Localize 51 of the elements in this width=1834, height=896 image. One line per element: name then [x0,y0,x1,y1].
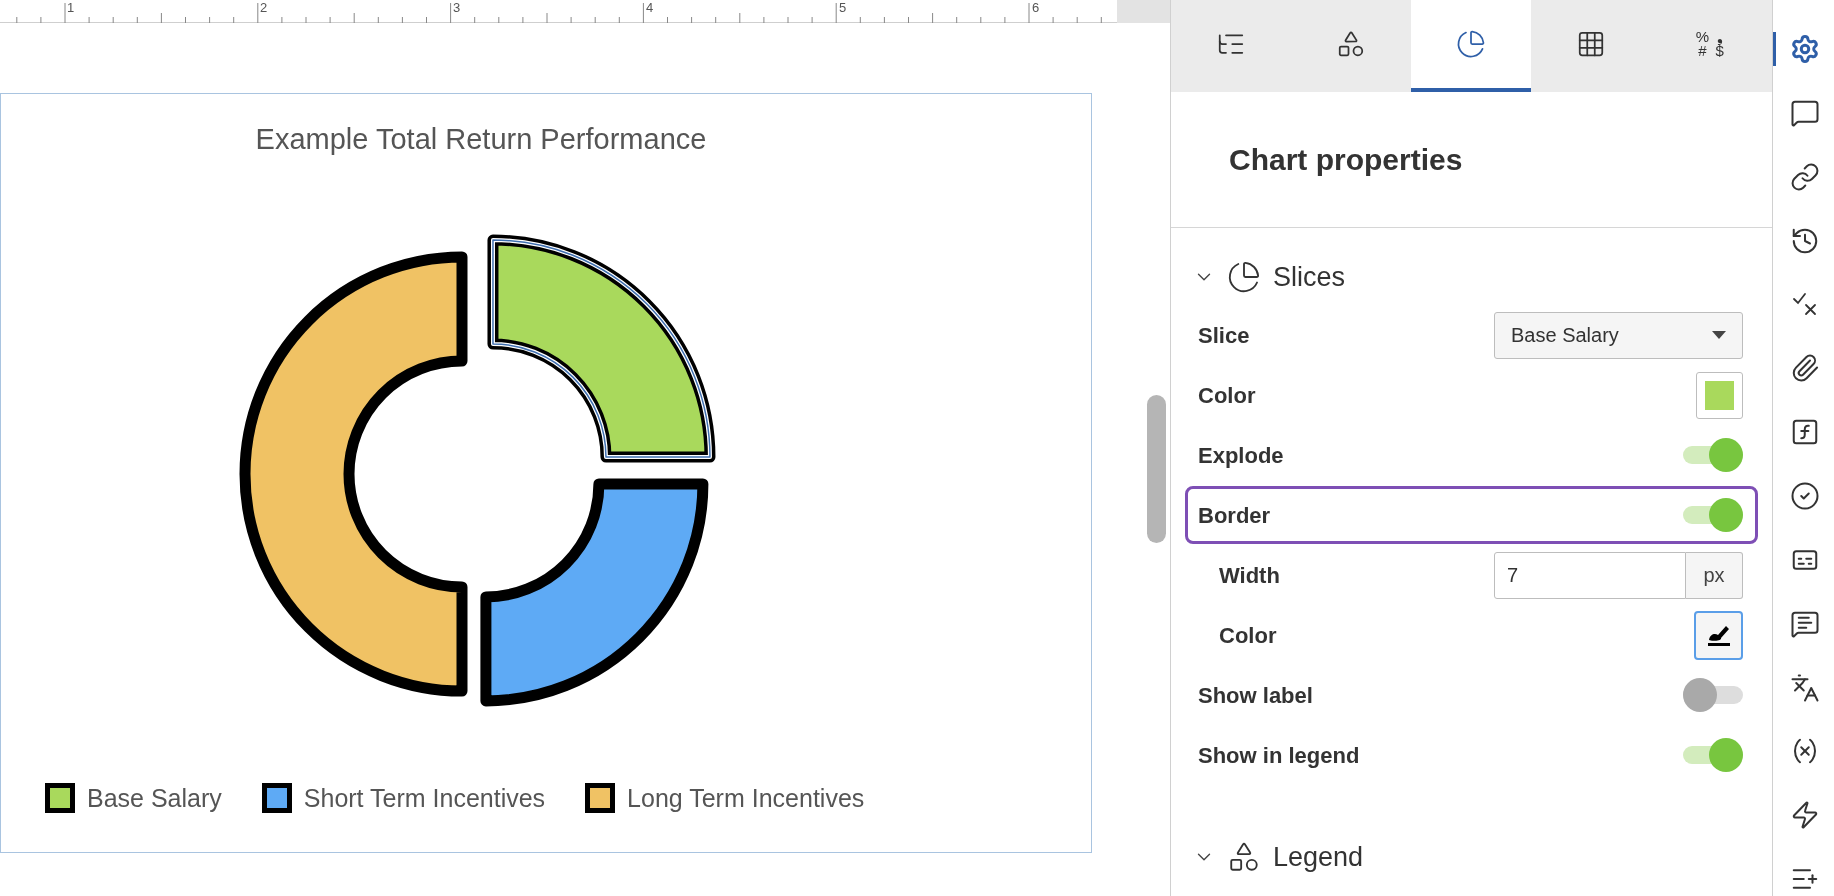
property-label: Color [1219,621,1277,650]
color-swatch-button[interactable] [1696,371,1743,419]
paperclip-icon [1790,353,1820,384]
slice-dropdown[interactable]: Base Salary [1494,311,1743,359]
ruler-number: 6 [1032,0,1040,17]
property-label: Border [1198,501,1271,530]
table-icon [1576,29,1606,59]
shapes-icon [1227,840,1261,874]
section-header[interactable]: Legend [1171,832,1364,882]
pie-chart-icon [1227,260,1261,294]
brush-icon [1705,623,1732,647]
check-circle-icon [1790,480,1820,511]
ruler-number: 3 [453,0,461,17]
donut-slice[interactable] [239,251,468,696]
lightning-icon [1790,800,1820,831]
settings-icon [1790,33,1820,64]
unit-label: px [1686,551,1743,599]
pie-chart-icon [1456,29,1486,59]
chart-title: Example Total Return Performance [255,123,707,155]
property-label: Color [1198,381,1256,410]
number-format-symbols: % ❟ # $ [1695,30,1725,58]
property-label: Explode [1198,441,1284,470]
border-color-button[interactable] [1694,610,1743,660]
toggle-switch[interactable] [1683,498,1743,532]
ruler-number: 2 [260,0,268,17]
translate-icon [1790,672,1820,703]
toggle-switch[interactable] [1683,678,1743,712]
legend-label: Base Salary [87,782,222,814]
toggle-switch[interactable] [1683,438,1743,472]
legend-label: Short Term Incentives [303,782,546,814]
property-label: Show in legend [1198,741,1360,770]
property-label: Width [1219,561,1280,590]
ruler-margin [1117,0,1170,23]
property-label: Show label [1198,681,1313,710]
width-input[interactable]: 7 [1494,551,1686,599]
link-icon [1790,161,1820,192]
scrollbar-thumb[interactable] [1147,395,1166,543]
chart-card[interactable]: Example Total Return Performance Base Salary Short Term Incentives Long Term Incentives [0,93,1092,853]
property-label: Slice [1198,321,1250,350]
panel-tab[interactable] [1411,0,1531,92]
shapes-icon [1336,29,1366,59]
ruler-number: 5 [839,0,847,17]
toggle-switch[interactable] [1683,738,1743,772]
donut-slice[interactable] [480,477,709,706]
donut-slice[interactable] [487,234,716,463]
section-header[interactable]: Slices [1171,252,1346,302]
legend-label: Long Term Incentives [627,782,865,814]
ruler-number: 1 [67,0,75,17]
panel-title: Chart properties [1229,142,1463,178]
ruler-number: 4 [646,0,654,17]
caret-icon [1712,331,1726,339]
